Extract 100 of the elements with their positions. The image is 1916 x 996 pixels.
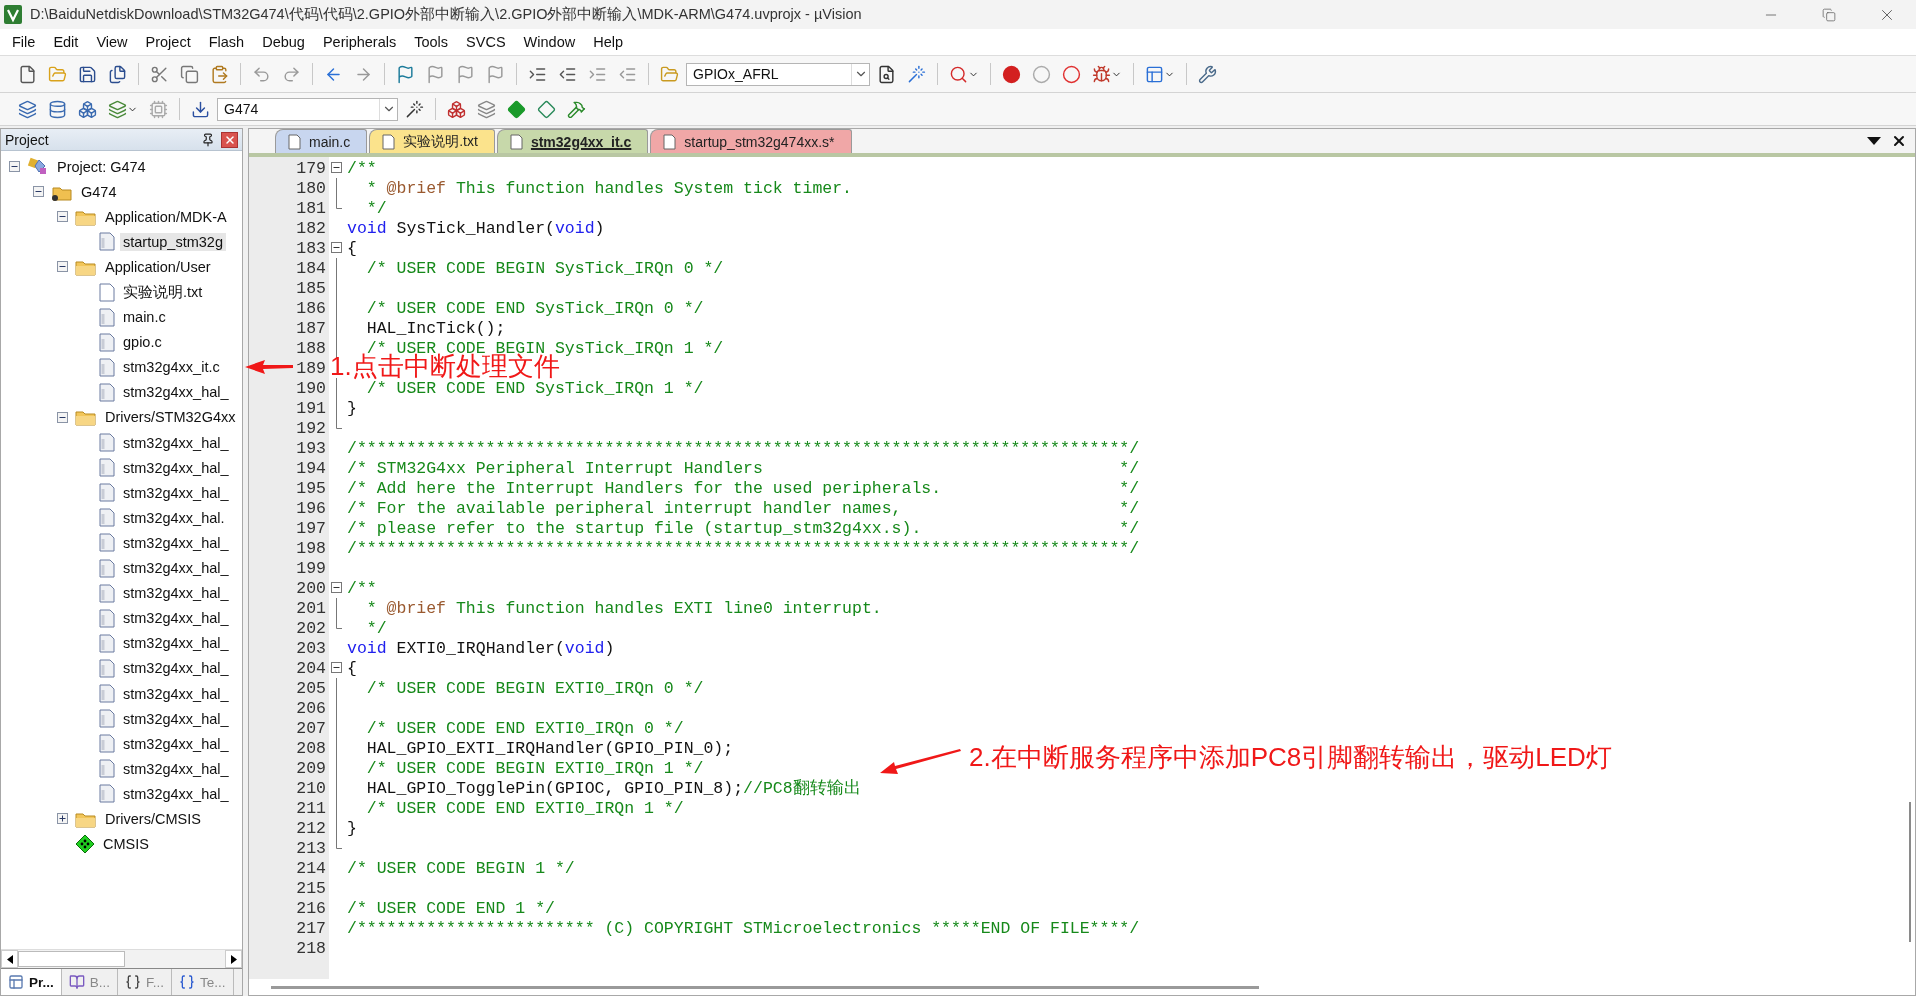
- close-icon[interactable]: [1891, 133, 1907, 149]
- tree-item-label[interactable]: startup_stm32g: [120, 232, 226, 251]
- tree-item-label[interactable]: stm32g4xx_hal_: [120, 684, 232, 703]
- scrollbar-thumb[interactable]: [271, 985, 1259, 989]
- tree-item[interactable]: stm32g4xx_hal_: [1, 605, 242, 631]
- wand-icon[interactable]: [405, 99, 424, 119]
- tree-item[interactable]: stm32g4xx_hal.: [1, 505, 242, 531]
- tree-item[interactable]: stm32g4xx_hal_: [1, 480, 242, 506]
- tree-item-label[interactable]: stm32g4xx_hal_: [120, 433, 232, 452]
- collapse-icon[interactable]: [33, 186, 44, 198]
- tree-item-label[interactable]: stm32g4xx_hal_: [120, 759, 232, 778]
- menu-item[interactable]: Peripherals: [313, 31, 406, 53]
- fold-toggle-icon[interactable]: [331, 582, 342, 593]
- flag-icon[interactable]: [486, 64, 505, 84]
- file-tab[interactable]: startup_stm32g474xx.s*: [650, 129, 852, 153]
- menu-item[interactable]: Window: [514, 31, 585, 53]
- tree-item-label[interactable]: stm32g4xx_hal_: [120, 383, 232, 402]
- tree-item-label[interactable]: stm32g4xx_it.c: [120, 358, 223, 377]
- tree-item[interactable]: startup_stm32g: [1, 229, 242, 255]
- tree-item-label[interactable]: Application/User: [102, 257, 214, 276]
- restore-icon[interactable]: [1822, 7, 1836, 22]
- diamond-icon[interactable]: [507, 99, 526, 119]
- file-tab[interactable]: main.c: [275, 129, 368, 153]
- scroll-right-button[interactable]: [225, 950, 242, 968]
- tree-item-label[interactable]: main.c: [120, 308, 169, 327]
- tree-item[interactable]: Drivers/CMSIS: [1, 806, 242, 832]
- expand-icon[interactable]: [57, 813, 68, 825]
- collapse-icon[interactable]: [57, 211, 68, 223]
- copy-icon[interactable]: [180, 64, 199, 84]
- tree-item[interactable]: 实验说明.txt: [1, 279, 242, 305]
- cut-icon[interactable]: [150, 64, 169, 84]
- file-tab[interactable]: stm32g4xx_it.c: [496, 129, 649, 153]
- tree-item[interactable]: stm32g4xx_hal_: [1, 630, 242, 656]
- flag-icon[interactable]: [426, 64, 445, 84]
- layers-icon[interactable]: [108, 99, 127, 119]
- tree-item[interactable]: stm32g4xx_it.c: [1, 354, 242, 380]
- target-combo[interactable]: G474: [217, 97, 398, 121]
- dropdown-triangle-icon[interactable]: [1867, 137, 1881, 145]
- tree-item[interactable]: stm32g4xx_hal_: [1, 455, 242, 481]
- tree-item[interactable]: stm32g4xx_hal_: [1, 379, 242, 405]
- tree-item-label[interactable]: stm32g4xx_hal_: [120, 533, 232, 552]
- scrollbar-thumb[interactable]: [18, 951, 125, 967]
- tree-item-label[interactable]: G474: [78, 182, 120, 201]
- wrench-icon[interactable]: [1198, 64, 1217, 84]
- tree-item-label[interactable]: 实验说明.txt: [120, 281, 206, 303]
- tree-item-label[interactable]: stm32g4xx_hal_: [120, 709, 232, 728]
- hammer-icon[interactable]: [567, 99, 586, 119]
- menu-item[interactable]: Tools: [405, 31, 458, 53]
- fold-toggle-icon[interactable]: [331, 162, 342, 173]
- new-file-icon[interactable]: [18, 64, 37, 84]
- tree-item[interactable]: CMSIS: [1, 831, 242, 857]
- tree-item[interactable]: stm32g4xx_hal_: [1, 555, 242, 581]
- find-combo[interactable]: GPIOx_AFRL: [686, 62, 870, 86]
- bug-icon[interactable]: [1092, 64, 1111, 84]
- scrollbar-thumb[interactable]: [1909, 802, 1911, 942]
- tree-item[interactable]: Drivers/STM32G4xx: [1, 404, 242, 431]
- tree-item[interactable]: stm32g4xx_hal_: [1, 680, 242, 707]
- file-search-icon[interactable]: [877, 64, 896, 84]
- tree-item[interactable]: stm32g4xx_hal_: [1, 530, 242, 556]
- search-icon[interactable]: [949, 64, 968, 84]
- scroll-left-button[interactable]: [1, 950, 18, 968]
- tree-item-label[interactable]: stm32g4xx_hal_: [120, 584, 232, 603]
- tree-item[interactable]: G474: [1, 179, 242, 205]
- tree-item[interactable]: Project: G474: [1, 154, 242, 180]
- tree-item-label[interactable]: Application/MDK-A: [102, 207, 230, 226]
- layers-icon[interactable]: [477, 99, 496, 119]
- panel-tab[interactable]: Pr...: [1, 969, 62, 995]
- boxes-icon[interactable]: [447, 99, 466, 119]
- tree-item-label[interactable]: CMSIS: [100, 835, 152, 854]
- tree-item-label[interactable]: stm32g4xx_hal_: [120, 483, 232, 502]
- tree-item-label[interactable]: stm32g4xx_hal_: [120, 559, 232, 578]
- menu-item[interactable]: Edit: [44, 31, 88, 53]
- tree-item[interactable]: stm32g4xx_hal_: [1, 430, 242, 456]
- download-icon[interactable]: [191, 99, 210, 119]
- paste-icon[interactable]: [210, 64, 229, 84]
- collapse-icon[interactable]: [9, 161, 20, 173]
- menu-item[interactable]: View: [87, 31, 137, 53]
- tree-item-label[interactable]: stm32g4xx_hal_: [120, 659, 232, 678]
- menu-item[interactable]: File: [3, 31, 45, 53]
- tree-item[interactable]: stm32g4xx_hal_: [1, 706, 242, 732]
- window-layout-icon[interactable]: [1145, 64, 1164, 84]
- tree-item[interactable]: main.c: [1, 304, 242, 330]
- fold-toggle-icon[interactable]: [331, 242, 342, 253]
- open-folder-icon[interactable]: [660, 64, 679, 84]
- panel-close-button[interactable]: [221, 131, 238, 148]
- tree-item-label[interactable]: stm32g4xx_hal.: [120, 508, 228, 527]
- menu-item[interactable]: Flash: [199, 31, 254, 53]
- menu-item[interactable]: Help: [584, 31, 632, 53]
- tree-item-label[interactable]: stm32g4xx_hal_: [120, 634, 232, 653]
- tree-item[interactable]: stm32g4xx_hal_: [1, 781, 242, 807]
- tree-item-label[interactable]: stm32g4xx_hal_: [120, 458, 232, 477]
- files-icon[interactable]: [108, 64, 127, 84]
- record-icon[interactable]: [1002, 64, 1021, 84]
- tree-item-label[interactable]: Drivers/STM32G4xx: [102, 408, 239, 427]
- menu-item[interactable]: SVCS: [457, 31, 515, 53]
- layers-icon[interactable]: [18, 99, 37, 119]
- circle-icon[interactable]: [1062, 64, 1081, 84]
- fold-toggle-icon[interactable]: [331, 662, 342, 673]
- pin-icon[interactable]: [201, 132, 215, 147]
- collapse-icon[interactable]: [57, 261, 68, 273]
